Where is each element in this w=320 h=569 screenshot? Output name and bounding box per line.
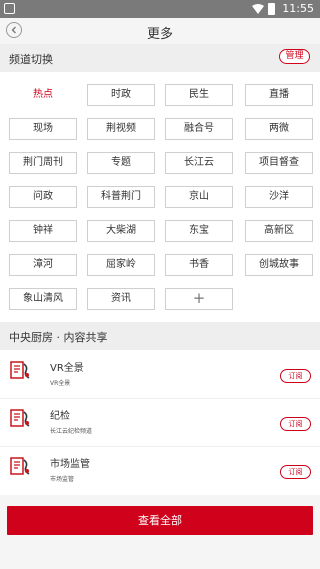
channel-chip[interactable]: 象山清风 <box>9 288 77 310</box>
channel-chip[interactable]: 科普荆门 <box>87 186 155 208</box>
channel-chip[interactable]: 现场 <box>9 118 77 140</box>
kitchen-section-title: 中央厨房 · 内容共享 <box>9 331 108 344</box>
channel-chip[interactable]: 沙洋 <box>245 186 313 208</box>
channel-chip[interactable]: 问政 <box>9 186 77 208</box>
channel-chip[interactable]: 民生 <box>165 84 233 106</box>
channel-chip[interactable]: 东宝 <box>165 220 233 242</box>
channel-chip[interactable]: 专题 <box>87 152 155 174</box>
channel-chip[interactable]: 大柴湖 <box>87 220 155 242</box>
feed-name: VR全景 <box>50 363 84 374</box>
battery-icon <box>268 3 275 15</box>
feed-description: 长江云纪检频道 <box>50 428 93 435</box>
feed-name: 市场监管 <box>50 459 90 470</box>
feed-description: VR全景 <box>50 380 71 387</box>
channel-chip[interactable]: 热点 <box>9 84 77 106</box>
channel-chip[interactable]: 项目督查 <box>245 152 313 174</box>
channel-section-title: 频道切换 <box>9 53 53 66</box>
subscribe-button[interactable]: 订阅 <box>280 417 311 431</box>
channel-chip[interactable]: 融合号 <box>165 118 233 140</box>
channel-section-header: 频道切换 管理 <box>0 44 320 72</box>
app-notification-icon <box>4 3 15 14</box>
channel-logo-icon <box>10 359 32 381</box>
view-all-button[interactable]: 查看全部 <box>7 506 313 535</box>
channel-chip[interactable]: 京山 <box>165 186 233 208</box>
page-title: 更多 <box>146 27 173 42</box>
status-bar: 11:55 <box>0 0 320 18</box>
channel-chip[interactable]: 两微 <box>245 118 313 140</box>
channel-chip[interactable]: 直播 <box>245 84 313 106</box>
channel-chip[interactable]: 荆视频 <box>87 118 155 140</box>
title-bar: 更多 <box>0 18 320 44</box>
channel-chip[interactable]: 屈家岭 <box>87 254 155 276</box>
channel-chip[interactable]: 长江云 <box>165 152 233 174</box>
channel-logo-icon <box>10 455 32 477</box>
channel-chip[interactable]: 书香 <box>165 254 233 276</box>
channel-logo-icon <box>10 407 32 429</box>
list-item[interactable]: VR全景 VR全景 订阅 <box>0 350 320 398</box>
subscribe-button[interactable]: 订阅 <box>280 465 311 479</box>
channel-grid: 热点 时政 民生 直播现场 荆视频 融合号 两微荆门周刊 专题 长江云 项目督查问政 科普荆门 京山沙… <box>0 72 320 322</box>
feed-list: VR全景 VR全景 订阅 纪检 长江云纪检频道 订阅 市场监管 市场监管 订阅 <box>0 350 320 495</box>
list-item[interactable]: 市场监管 市场监管 订阅 <box>0 446 320 494</box>
subscribe-button[interactable]: 订阅 <box>280 369 311 383</box>
channel-chip[interactable]: 时政 <box>87 84 155 106</box>
kitchen-section-header: 中央厨房 · 内容共享 <box>0 322 320 350</box>
channel-chip[interactable]: 高新区 <box>245 220 313 242</box>
feed-description: 市场监管 <box>50 476 75 483</box>
channel-chip[interactable]: 资讯 <box>87 288 155 310</box>
status-time: 11:55 <box>282 2 314 15</box>
channel-chip[interactable]: 漳河 <box>9 254 77 276</box>
add-channel-button[interactable]: + <box>165 288 233 310</box>
channel-chip[interactable]: 荆门周刊 <box>9 152 77 174</box>
feed-name: 纪检 <box>50 411 70 422</box>
channel-chip[interactable]: 钟祥 <box>9 220 77 242</box>
manage-button[interactable]: 管理 <box>279 49 310 64</box>
wifi-icon <box>252 3 264 15</box>
channel-chip[interactable]: 创城故事 <box>245 254 313 276</box>
list-item[interactable]: 纪检长江云纪检频道 订阅 <box>0 398 320 446</box>
